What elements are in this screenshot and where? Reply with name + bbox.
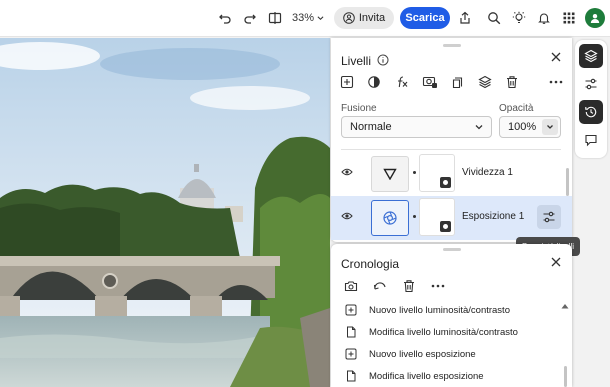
opacity-value: 100% (508, 121, 537, 133)
photo-canvas[interactable] (0, 38, 330, 387)
blend-mode-label: Fusione (341, 103, 377, 114)
history-item-label: Modifica livello luminosità/contrasto (369, 326, 518, 338)
history-item[interactable]: Nuovo livello luminosità/contrasto (345, 300, 555, 320)
layer-row[interactable]: Vividezza 1 (331, 152, 572, 196)
history-item-label: Nuovo livello luminosità/contrasto (369, 304, 510, 316)
download-label: Scarica (405, 12, 445, 24)
trash-icon[interactable] (400, 277, 418, 295)
exposure-adjustment-icon (371, 200, 409, 236)
scroll-up-arrow-icon[interactable] (561, 302, 569, 310)
download-button[interactable]: Scarica (400, 7, 450, 29)
fx-icon[interactable] (393, 73, 411, 91)
search-icon[interactable] (486, 8, 502, 28)
layer-properties-button[interactable] (537, 205, 561, 229)
info-icon[interactable] (374, 51, 392, 69)
blend-mode-value: Normale (350, 121, 392, 133)
layer-mask-thumbnail[interactable] (419, 154, 455, 192)
document-icon (347, 326, 356, 338)
stack-icon[interactable] (476, 73, 494, 91)
layers-icon[interactable] (579, 44, 603, 68)
snapshot-camera-icon[interactable] (342, 277, 360, 295)
panel-drag-handle[interactable] (443, 248, 461, 251)
layers-panel: Livelli Fusione Opacità Normale 100% Viv… (331, 38, 572, 242)
more-icon[interactable] (429, 277, 447, 295)
close-layers-button[interactable] (550, 50, 562, 66)
document-icon (347, 370, 356, 382)
history-panel: Cronologia Nuovo livello luminosità/cont… (331, 244, 572, 387)
chevron-down-icon (475, 125, 483, 130)
zoom-level[interactable]: 33% (292, 8, 324, 28)
lightbulb-icon[interactable] (511, 8, 527, 28)
visibility-eye-icon[interactable] (341, 210, 353, 224)
top-toolbar: 33% Invita Scarica (0, 0, 610, 37)
trash-icon[interactable] (503, 73, 521, 91)
history-item[interactable]: Modifica livello luminosità/contrasto (345, 322, 555, 342)
more-icon[interactable] (547, 73, 565, 91)
layer-name: Vividezza 1 (462, 167, 513, 178)
layer-mask-thumbnail[interactable] (419, 198, 455, 236)
compare-icon[interactable] (267, 8, 283, 28)
invite-label: Invita (358, 12, 386, 24)
panel-drag-handle[interactable] (443, 44, 461, 47)
revert-icon[interactable] (371, 277, 389, 295)
add-layer-icon[interactable] (338, 73, 356, 91)
history-item-label: Nuovo livello esposizione (369, 348, 476, 360)
close-icon (551, 257, 561, 267)
person-add-icon (343, 12, 355, 24)
chevron-down-icon (547, 125, 553, 129)
adjustment-layer-icon[interactable] (365, 73, 383, 91)
history-item[interactable]: Nuovo livello esposizione (345, 344, 555, 364)
avatar-icon (590, 14, 600, 23)
comment-icon[interactable] (579, 128, 603, 152)
opacity-field[interactable]: 100% (499, 116, 561, 138)
layer-row-selected[interactable]: Esposizione 1 (331, 196, 572, 240)
zoom-value: 33% (292, 12, 315, 24)
bell-icon[interactable] (536, 8, 552, 28)
blend-mode-select[interactable]: Normale (341, 116, 492, 138)
vibrance-adjustment-icon (371, 156, 409, 192)
history-item-label: Modifica livello esposizione (369, 370, 484, 382)
mask-icon[interactable] (421, 73, 439, 91)
opacity-dropdown-button[interactable] (542, 119, 558, 135)
layer-name: Esposizione 1 (462, 211, 525, 222)
layers-scrollbar[interactable] (566, 168, 569, 196)
duplicate-icon[interactable] (449, 73, 467, 91)
link-dot (413, 215, 416, 218)
undo-icon[interactable] (217, 8, 233, 28)
close-icon (551, 52, 561, 62)
invite-button[interactable]: Invita (334, 7, 394, 29)
redo-icon[interactable] (242, 8, 258, 28)
sliders-icon (543, 211, 555, 223)
chevron-down-icon (317, 16, 324, 21)
history-icon[interactable] (579, 100, 603, 124)
panel-title: Cronologia (341, 257, 400, 271)
user-avatar[interactable] (585, 8, 605, 28)
new-layer-icon (345, 304, 357, 316)
history-scrollbar[interactable] (564, 366, 567, 387)
close-history-button[interactable] (550, 255, 562, 271)
photo-rome-bridge (0, 38, 330, 387)
new-layer-icon (345, 348, 357, 360)
apps-grid-icon[interactable] (561, 8, 577, 28)
link-dot (413, 171, 416, 174)
right-rail (575, 40, 607, 158)
opacity-label: Opacità (499, 103, 534, 114)
visibility-eye-icon[interactable] (341, 166, 353, 180)
share-icon[interactable] (457, 8, 473, 28)
adjustments-icon[interactable] (579, 72, 603, 96)
divider (341, 149, 561, 150)
panel-title: Livelli (341, 54, 372, 68)
history-item[interactable]: Modifica livello esposizione (345, 366, 555, 386)
